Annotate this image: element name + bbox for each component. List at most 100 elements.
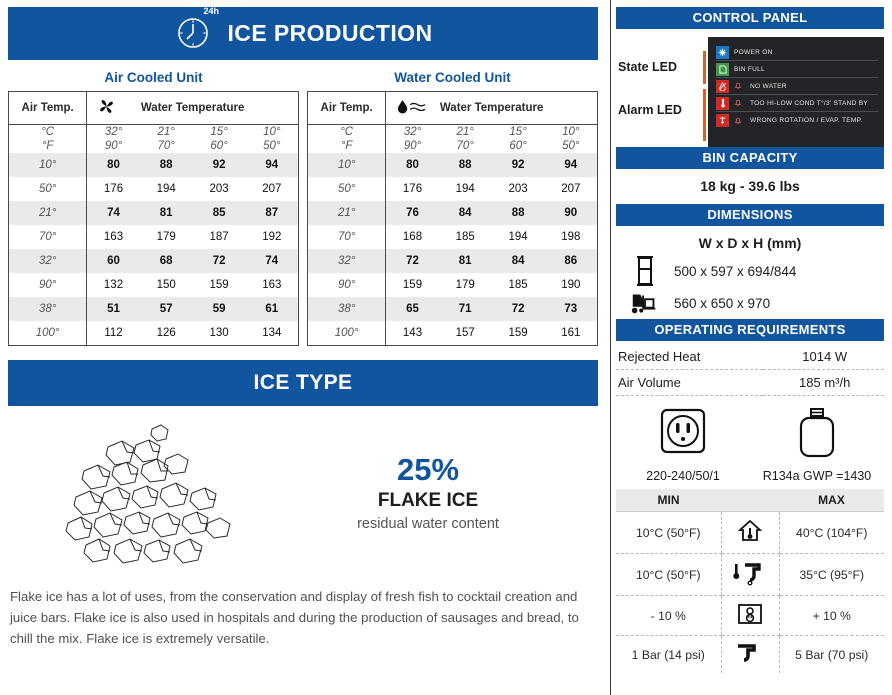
table-row: 10°C (50°F) 35°C (95°F) (616, 553, 884, 596)
table-row: Rejected Heat 1014 W (616, 344, 884, 370)
bin-capacity-banner: BIN CAPACITY (616, 147, 884, 169)
led-label: TOO HI-LOW COND T°/3' STAND BY (750, 99, 869, 107)
spec-sheet-page: 24h ICE PRODUCTION Air Cooled Unit Air T… (0, 0, 892, 695)
power-supply-caption: 220-240/50/1 (646, 469, 720, 483)
water-temp-col-1: 21° 70° (456, 126, 474, 152)
power-refrigerant-row: 220-240/50/1 R134a GWP =1430 (616, 396, 884, 485)
water-cooled-table: Air Temp. Water Temperature °C °F 32° 90… (307, 91, 598, 346)
min-value: - 10 % (616, 595, 721, 636)
clock-24h-icon: 24h (174, 6, 219, 57)
max-value: 5 Bar (70 psi) (795, 647, 869, 662)
led-label: BIN FULL (734, 65, 765, 73)
table-row: 70° 168 185 194 198 (307, 225, 598, 249)
badge-24h: 24h (203, 5, 220, 16)
table-row: 10° 80 88 92 94 (307, 153, 598, 177)
refrigerant-caption: R134a GWP =1430 (762, 469, 872, 483)
refrigerant-bottle-icon (797, 408, 837, 464)
dimension-value: 560 x 650 x 970 (674, 295, 771, 311)
unit-fahrenheit: °F (41, 140, 54, 152)
water-tap-pressure-icon (720, 635, 780, 673)
table-header-row: MIN MAX (616, 489, 884, 512)
unit-fahrenheit: °F (340, 140, 353, 152)
led-row-cond-temp: TOO HI-LOW COND T°/3' STAND BY (716, 95, 878, 112)
led-group-accent-bars (702, 37, 708, 147)
water-temp-header-cell: Water Temperature (86, 91, 299, 125)
production-tables: Air Cooled Unit Air Temp. Water Temperat… (8, 60, 598, 346)
water-temp-col-2: 15° 60° (509, 126, 527, 152)
min-value: 1 Bar (14 psi) (631, 647, 705, 662)
op-value: 1014 W (763, 344, 884, 370)
icon-header (721, 489, 779, 512)
ice-percent: 25% (396, 452, 460, 487)
unit-row: °C °F 32° 90° 21° 70° 15° 60° 10° 50° (307, 124, 598, 153)
ice-type-banner: ICE TYPE (8, 359, 598, 406)
led-label: NO WATER (750, 82, 787, 90)
unit-celsius: °C (340, 126, 354, 138)
operating-requirements-table: Rejected Heat 1014 W Air Volume 185 m³/h (616, 344, 884, 396)
max-value: + 10 % (779, 595, 884, 636)
table-row: 32° 60 68 72 74 (8, 249, 299, 273)
snowflake-icon (716, 45, 729, 59)
table-row: - 10 % + 10 % (616, 595, 884, 636)
op-label: Rejected Heat (616, 344, 764, 370)
min-header: MIN (616, 489, 721, 512)
banner-title: ICE PRODUCTION (227, 20, 433, 46)
ice-subtitle: residual water content (357, 516, 499, 532)
ice-production-banner: 24h ICE PRODUCTION (8, 6, 598, 60)
max-value: 35°C (95°F) (779, 553, 884, 596)
air-unit-cf: °C °F (8, 124, 88, 153)
ice-type-body: 25% FLAKE ICE residual water content (8, 406, 598, 576)
dimensions-unit-label: W x D x H (mm) (698, 235, 802, 251)
no-water-icon (716, 79, 729, 93)
water-cooled-title: Water Cooled Unit (394, 70, 511, 85)
air-cooled-title: Air Cooled Unit (104, 70, 203, 85)
water-temp-header-label: Water Temperature (140, 102, 245, 114)
table-row: 21° 76 84 88 90 (307, 201, 598, 225)
table-row: 10° 80 88 92 94 (8, 153, 299, 177)
led-label: POWER ON (734, 48, 773, 56)
thermometer-icon (716, 96, 729, 110)
alarm-accent-bar (703, 89, 706, 141)
table-row: 50° 176 194 203 207 (8, 177, 299, 201)
control-panel-area: State LED Alarm LED POWER ON BIN FULL NO… (616, 37, 884, 147)
air-cooled-table-wrap: Air Cooled Unit Air Temp. Water Temperat… (8, 60, 299, 346)
led-row-bin-full: BIN FULL (716, 61, 878, 78)
forklift-pallet-icon (616, 290, 674, 316)
water-temp-col-1: 21° 70° (157, 126, 175, 152)
bell-icon (734, 94, 745, 112)
left-column: 24h ICE PRODUCTION Air Cooled Unit Air T… (0, 0, 606, 695)
air-temp-header: Air Temp. (307, 91, 387, 125)
right-column: CONTROL PANEL State LED Alarm LED POWER … (606, 0, 892, 695)
air-temp-header: Air Temp. (8, 91, 88, 125)
water-cooled-table-wrap: Water Cooled Unit Air Temp. Water Temper… (307, 60, 598, 346)
bin-capacity-value: 18 kg - 39.6 lbs (700, 178, 800, 194)
table-row: 38° 65 71 72 73 (307, 297, 598, 321)
house-thermometer-icon (720, 511, 780, 554)
table-row: 70° 163 179 187 192 (8, 225, 299, 249)
table-row: 32° 72 81 84 86 (307, 249, 598, 273)
ice-name: FLAKE ICE (377, 490, 479, 511)
rotation-icon (716, 114, 729, 127)
led-row-wrong-rotation: WRONG ROTATION / EVAP. TEMP. (716, 112, 878, 129)
unit-row: °C °F 32° 90° 21° 70° 15° 60° 10° 50° (8, 124, 299, 153)
dimension-value: 500 x 597 x 694/844 (674, 263, 797, 279)
ice-type-info: 25% FLAKE ICE residual water content (298, 452, 598, 535)
max-value: 40°C (104°F) (779, 511, 884, 554)
flake-ice-pile-illustration (8, 419, 298, 569)
state-led-label: State LED (618, 60, 678, 74)
power-supply-cell: 220-240/50/1 (616, 406, 750, 483)
water-temp-col-3: 10° 50° (263, 126, 281, 152)
table-row: 90° 132 150 159 163 (8, 273, 299, 297)
machine-cabinet-icon (616, 256, 674, 286)
water-temp-col-0: 32° 90° (104, 126, 123, 152)
operating-requirements-banner: OPERATING REQUIREMENTS (616, 319, 884, 341)
dimensions-banner: DIMENSIONS (616, 204, 884, 226)
power-socket-icon (654, 408, 712, 464)
op-value: 185 m³/h (763, 369, 884, 396)
refrigerant-cell: R134a GWP =1430 (750, 406, 884, 483)
table-row: 100° 112 126 130 134 (8, 321, 299, 345)
bell-icon (734, 112, 745, 130)
table-row: 21° 74 81 85 87 (8, 201, 299, 225)
water-temp-col-3: 10° 50° (562, 126, 580, 152)
led-group-labels: State LED Alarm LED (616, 37, 702, 147)
